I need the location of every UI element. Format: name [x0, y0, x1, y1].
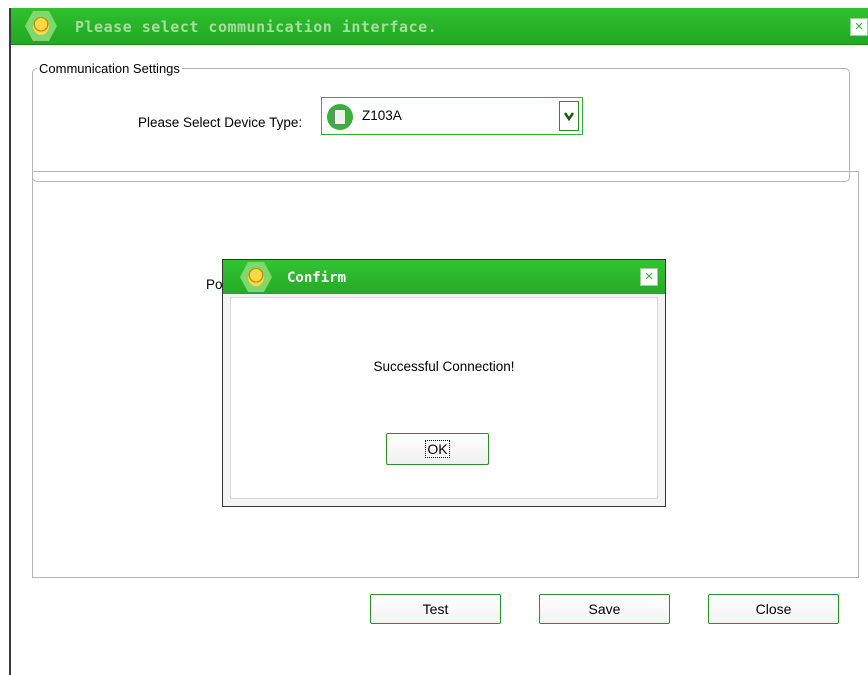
communication-settings-group: Communication Settings Please Select Dev… — [32, 61, 850, 182]
ok-button[interactable]: OK — [386, 433, 489, 465]
ok-button-label: OK — [425, 440, 450, 458]
dialog-title: Confirm — [287, 270, 347, 286]
close-button[interactable]: Close — [708, 594, 839, 624]
dialog-body: Successful Connection! OK — [230, 297, 658, 499]
dialog-close-icon[interactable]: × — [640, 268, 658, 286]
bee-logo-icon — [25, 11, 57, 41]
door-device-icon — [327, 104, 353, 130]
bee-logo-icon — [240, 262, 272, 292]
device-type-value: Z103A — [362, 108, 402, 123]
dialog-titlebar[interactable]: Confirm × — [223, 260, 665, 294]
test-button[interactable]: Test — [370, 594, 501, 624]
group-title: Communication Settings — [37, 61, 182, 76]
dialog-message: Successful Connection! — [373, 359, 515, 374]
confirm-dialog: Confirm × Successful Connection! OK — [222, 259, 666, 507]
save-button[interactable]: Save — [539, 594, 670, 624]
main-titlebar[interactable]: Please select communication interface. × — [11, 8, 868, 45]
chevron-down-icon[interactable] — [559, 101, 579, 131]
device-type-select[interactable]: Z103A — [321, 97, 583, 135]
close-icon[interactable]: × — [850, 18, 868, 36]
device-type-label: Please Select Device Type: — [138, 115, 303, 130]
window-title: Please select communication interface. — [75, 18, 438, 36]
port-label: Po — [206, 277, 223, 292]
